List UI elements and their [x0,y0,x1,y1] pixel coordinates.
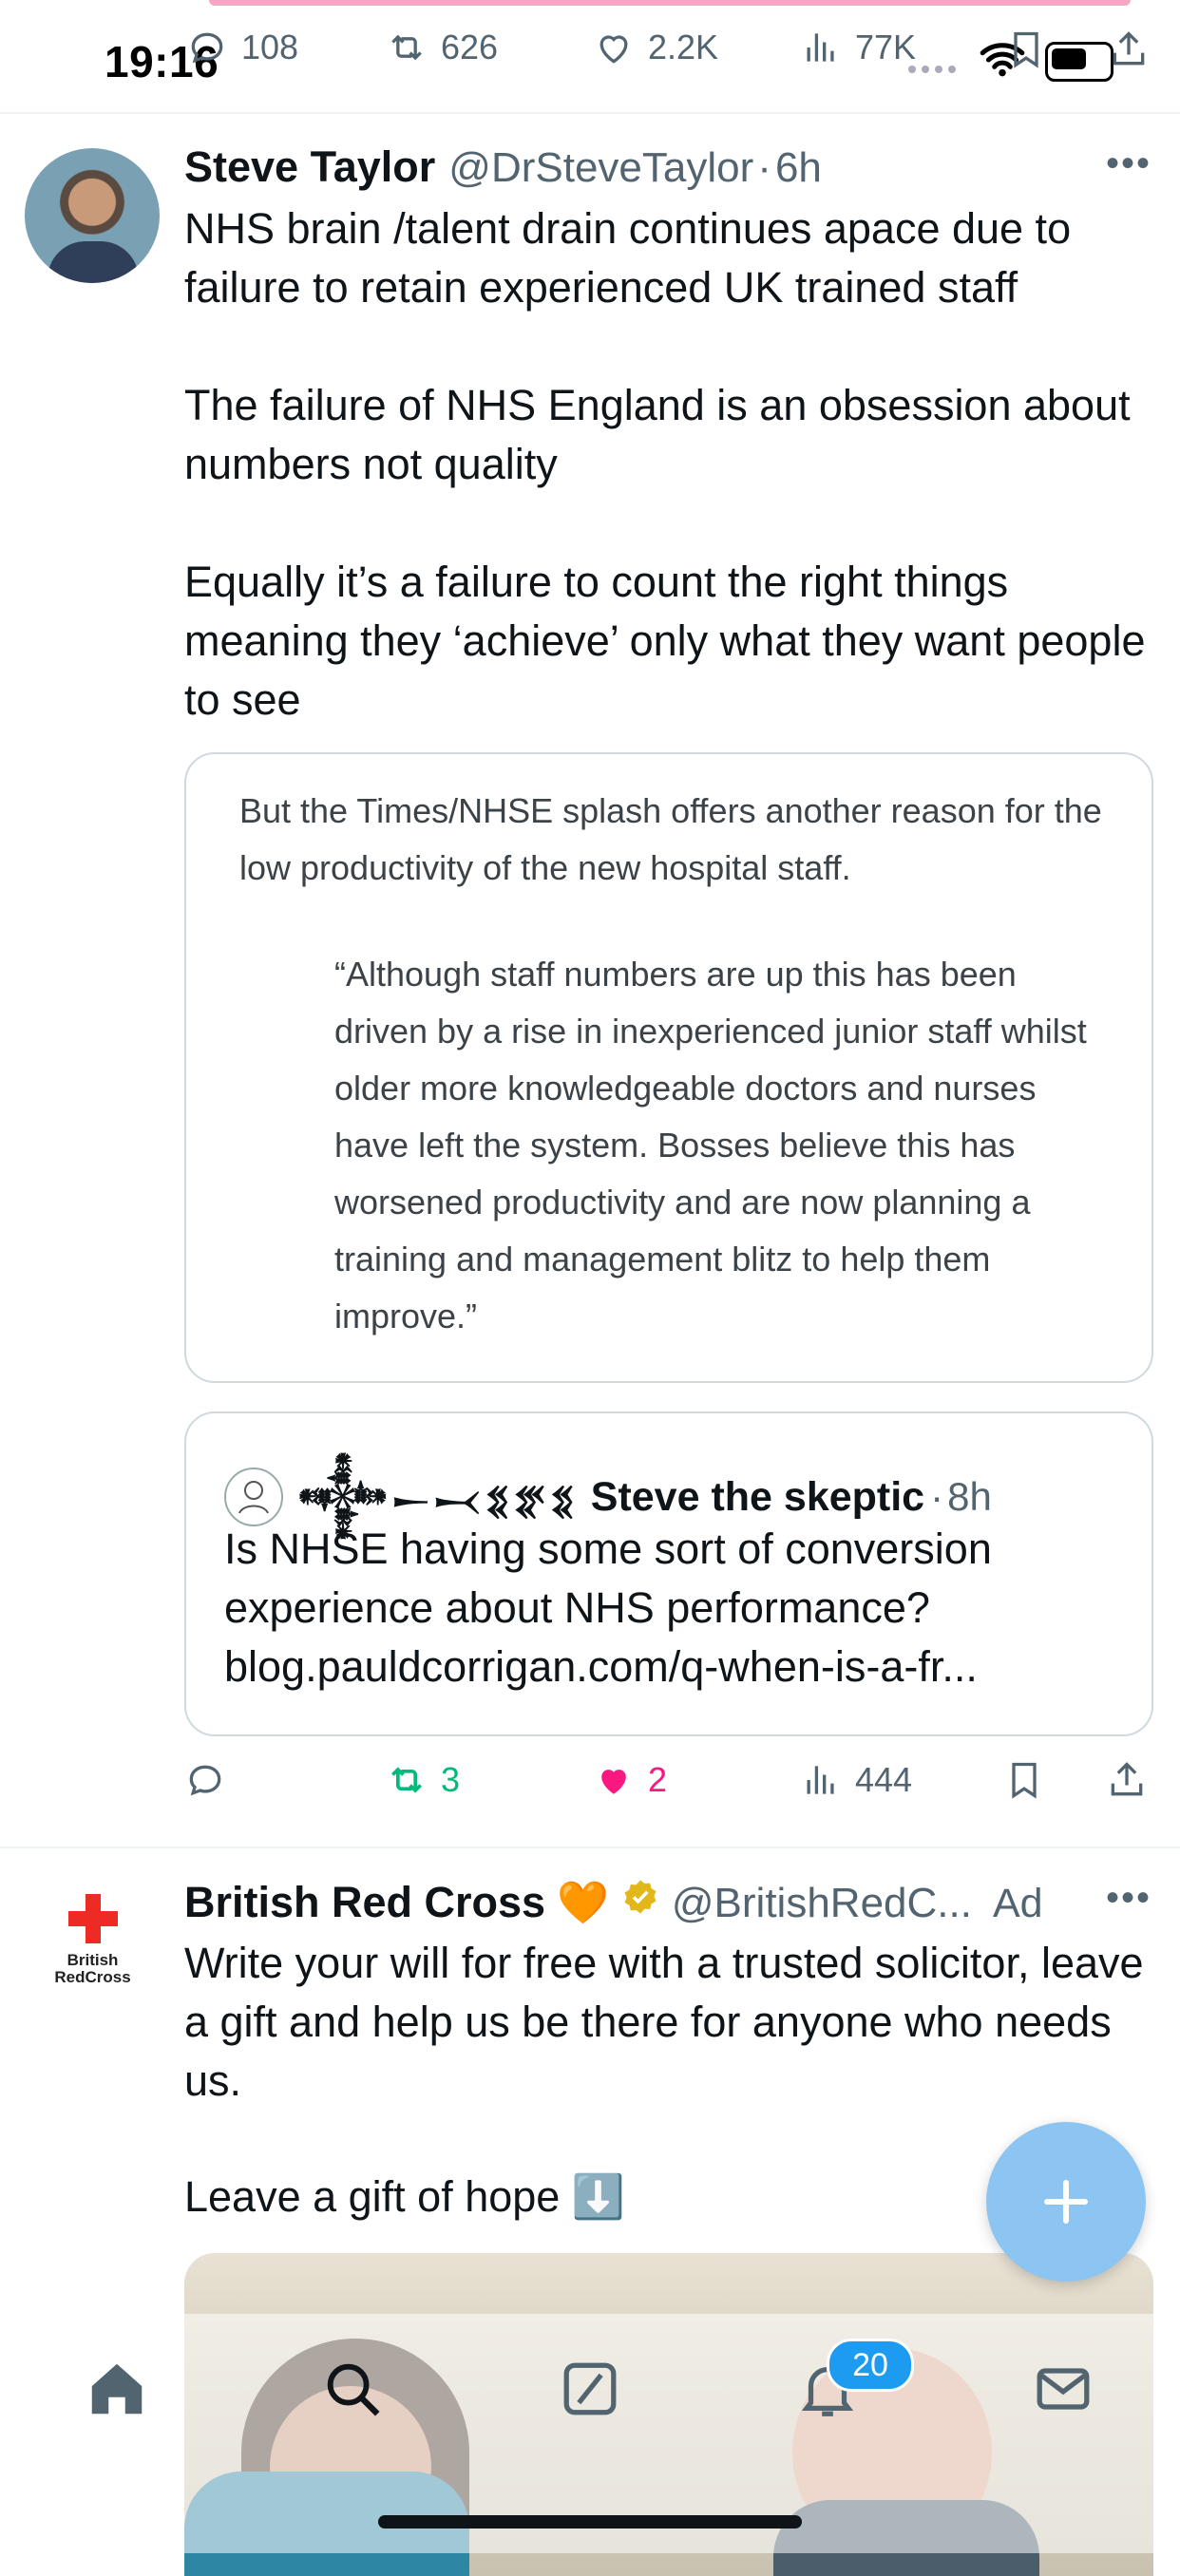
quoted-image-blockquote: “Although staff numbers are up this has … [334,955,1087,1335]
repost-count: 3 [441,1760,461,1799]
prev-repost-button[interactable]: 626 [386,27,498,68]
tweet-paragraph-2: The failure of NHS England is an obsessi… [184,381,1131,488]
like-icon [601,1770,626,1794]
search-icon [327,2363,380,2416]
prev-reply-button[interactable]: 108 [186,27,298,68]
author-avatar[interactable] [25,148,160,283]
tab-search[interactable] [319,2356,386,2422]
tweet-paragraph-1: NHS brain /talent drain continues apace … [184,204,1072,312]
logo-text-line1: British [67,1951,119,1969]
ad-more-options-icon[interactable]: ••• [1106,1877,1151,1920]
tweet-time: 6h [774,144,822,191]
ad-tweet-header: British Red Cross 🧡 @BritishRedC... Ad [184,1877,1043,1927]
previous-tweet-edge [209,0,1131,6]
ad-label: Ad [992,1881,1043,1926]
prev-bookmark-button[interactable] [1005,28,1047,75]
repost-button[interactable]: 3 [386,1759,460,1801]
share-icon [1111,1762,1143,1796]
quoted-tweet-card[interactable]: 𒀱𒀸𒁁𒐏𒐐𒐏 Steve the skeptic · 8h Is NHSE ha… [184,1411,1153,1736]
signal-icon [908,63,958,74]
tweet-header: Steve Taylor @DrSteveTaylor · 6h [184,142,822,192]
share-button[interactable] [1106,1759,1148,1801]
quoted-tweet-text: Is NHSE having some sort of conversion e… [224,1525,992,1691]
compose-icon [1044,2180,1088,2224]
views-icon [807,1766,834,1794]
quoted-tweet-name: Steve the skeptic [590,1473,925,1520]
tweet-paragraph-3: Equally it’s a failure to count the righ… [184,558,1146,724]
prev-views-button[interactable]: 77K [800,27,916,68]
views-count: 444 [855,1760,913,1799]
tweet-divider [0,1847,1180,1848]
repost-icon [391,34,422,61]
bookmark-button[interactable] [1003,1759,1045,1801]
grok-icon [563,2362,617,2415]
quoted-tweet-separator: · [930,1474,944,1519]
prev-reply-count: 108 [241,28,299,66]
bookmark-icon [1012,1762,1037,1799]
compose-button[interactable] [986,2122,1146,2282]
prev-views-count: 77K [855,28,917,66]
ad-author-name[interactable]: British Red Cross [184,1878,545,1927]
quoted-image-intro: But the Times/NHSE splash offers another… [239,791,1102,887]
tab-grok[interactable] [557,2356,623,2422]
verified-icon [620,1877,660,1922]
author-handle[interactable]: @DrSteveTaylor [448,144,753,192]
prev-repost-count: 626 [441,28,499,66]
quoted-image-card[interactable]: But the Times/NHSE splash offers another… [184,752,1153,1383]
views-button[interactable]: 444 [800,1759,912,1801]
more-options-icon[interactable]: ••• [1106,142,1151,185]
tab-home[interactable] [84,2356,150,2422]
like-count: 2 [648,1760,668,1799]
prev-like-button[interactable]: 2.2K [593,27,718,68]
ad-author-handle[interactable]: @BritishRedC... [672,1880,972,1927]
home-icon [91,2363,143,2415]
logo-text-line2: RedCross [54,1968,131,1986]
home-indicator [378,2515,802,2529]
tab-messages[interactable] [1030,2356,1096,2422]
views-icon [807,33,834,62]
quoted-tweet-time: 8h [947,1474,992,1519]
ad-paragraph-1: Write your will for free with a trusted … [184,1939,1144,2105]
like-icon [600,35,628,64]
british-red-cross-avatar[interactable]: British RedCross [29,1890,157,2004]
orange-heart-emoji: 🧡 [557,1880,609,1926]
battery-icon [1045,42,1113,82]
reply-button[interactable] [184,1759,226,1801]
share-icon [1113,31,1145,66]
bookmark-icon [1014,31,1038,68]
prev-like-count: 2.2K [648,28,719,66]
like-button[interactable]: 2 [593,1759,667,1801]
messages-icon [1037,2368,1090,2410]
repost-icon [391,1767,422,1793]
separator-dot: · [757,144,771,191]
reply-icon [189,1765,221,1796]
reply-icon [191,32,223,64]
notifications-badge: 20 [827,2339,914,2392]
quoted-tweet-avatar [224,1468,283,1526]
author-name[interactable]: Steve Taylor [184,142,435,192]
prev-share-button[interactable] [1108,28,1150,75]
red-cross-logo [67,1894,118,1943]
